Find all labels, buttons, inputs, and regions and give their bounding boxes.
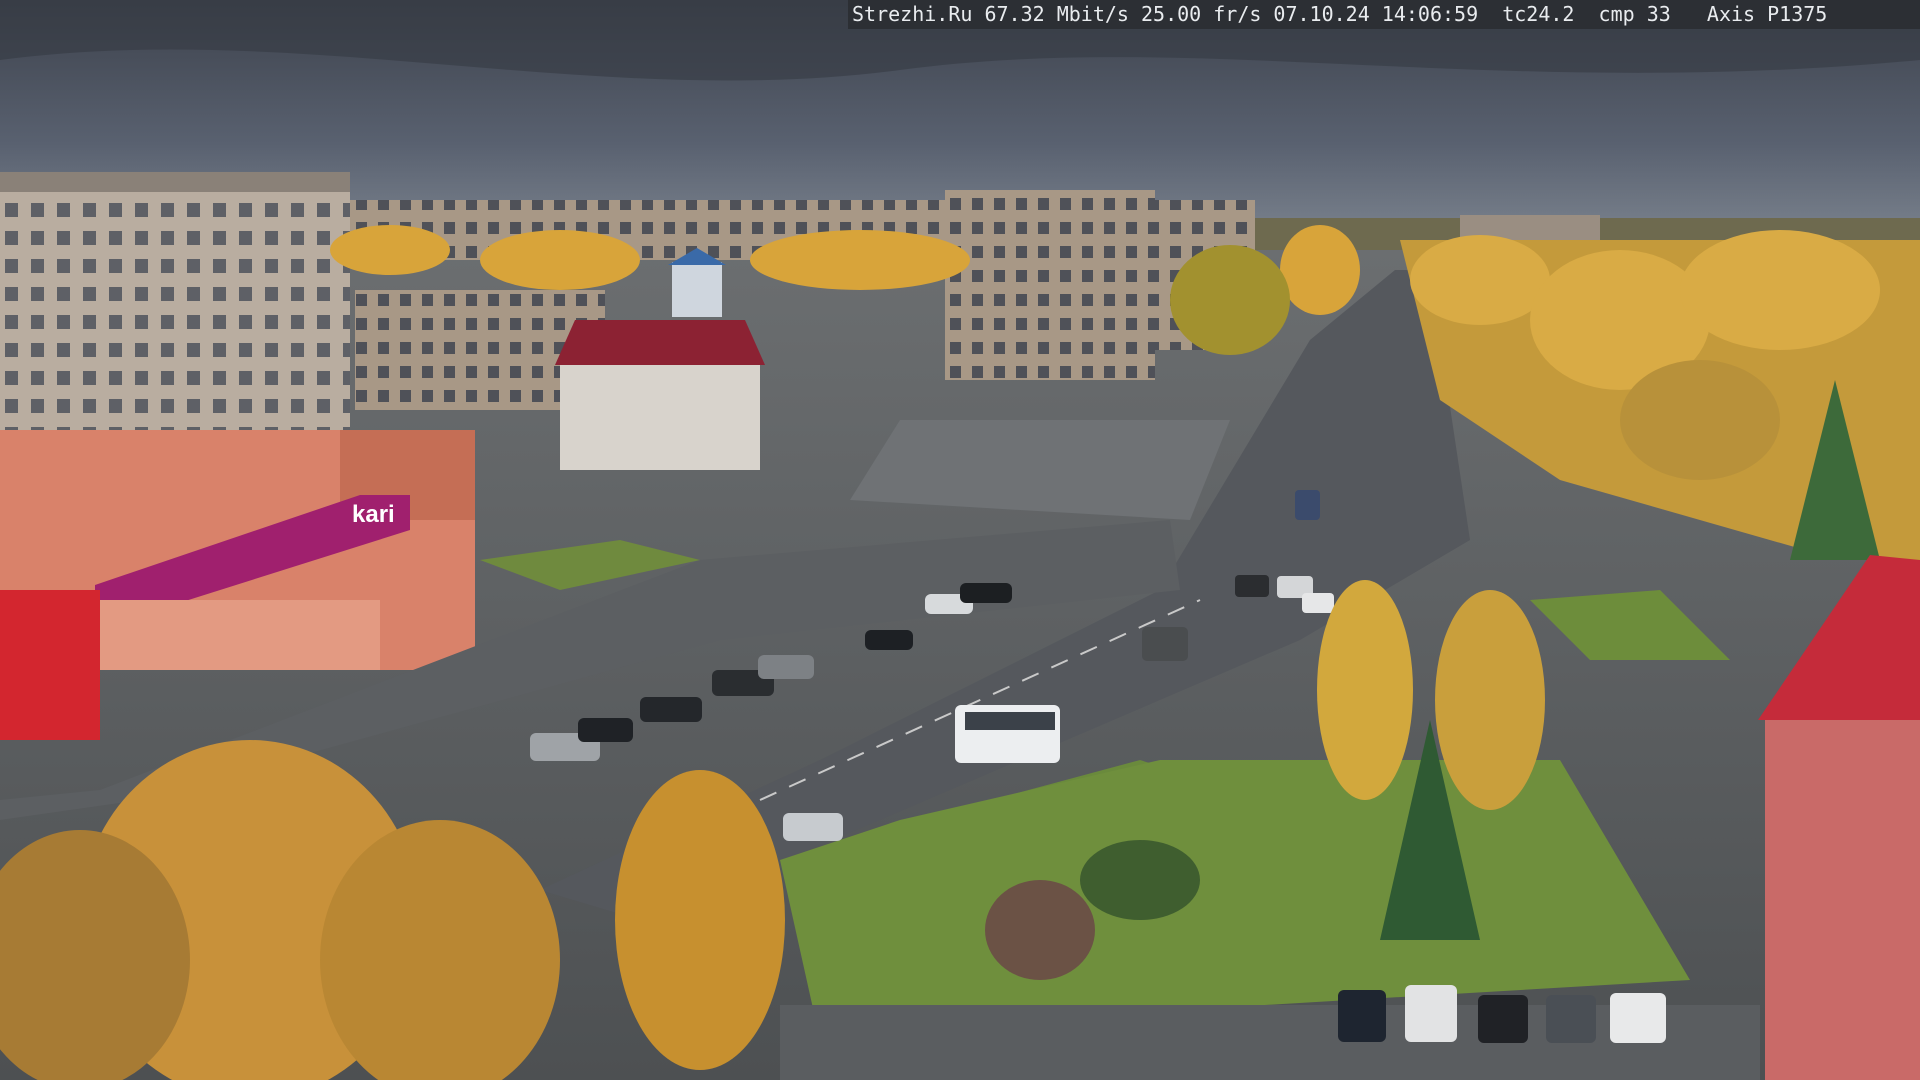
- street-webcam-scene: kari: [0, 0, 1920, 1080]
- blue-tower: [672, 262, 722, 317]
- center-tower-building: [945, 190, 1155, 380]
- store-logo: kari: [352, 501, 395, 528]
- camera-overlay-text: Strezhi.Ru 67.32 Mbit/s 25.00 fr/s 07.10…: [848, 0, 1920, 29]
- store-red-block: [0, 590, 100, 740]
- store-lower: [100, 600, 380, 670]
- right-red-building: [1765, 720, 1920, 1080]
- left-apartment-roof: [0, 172, 350, 192]
- red-roof-building: [560, 360, 760, 470]
- bus-windows: [965, 712, 1055, 730]
- red-roof: [555, 320, 765, 365]
